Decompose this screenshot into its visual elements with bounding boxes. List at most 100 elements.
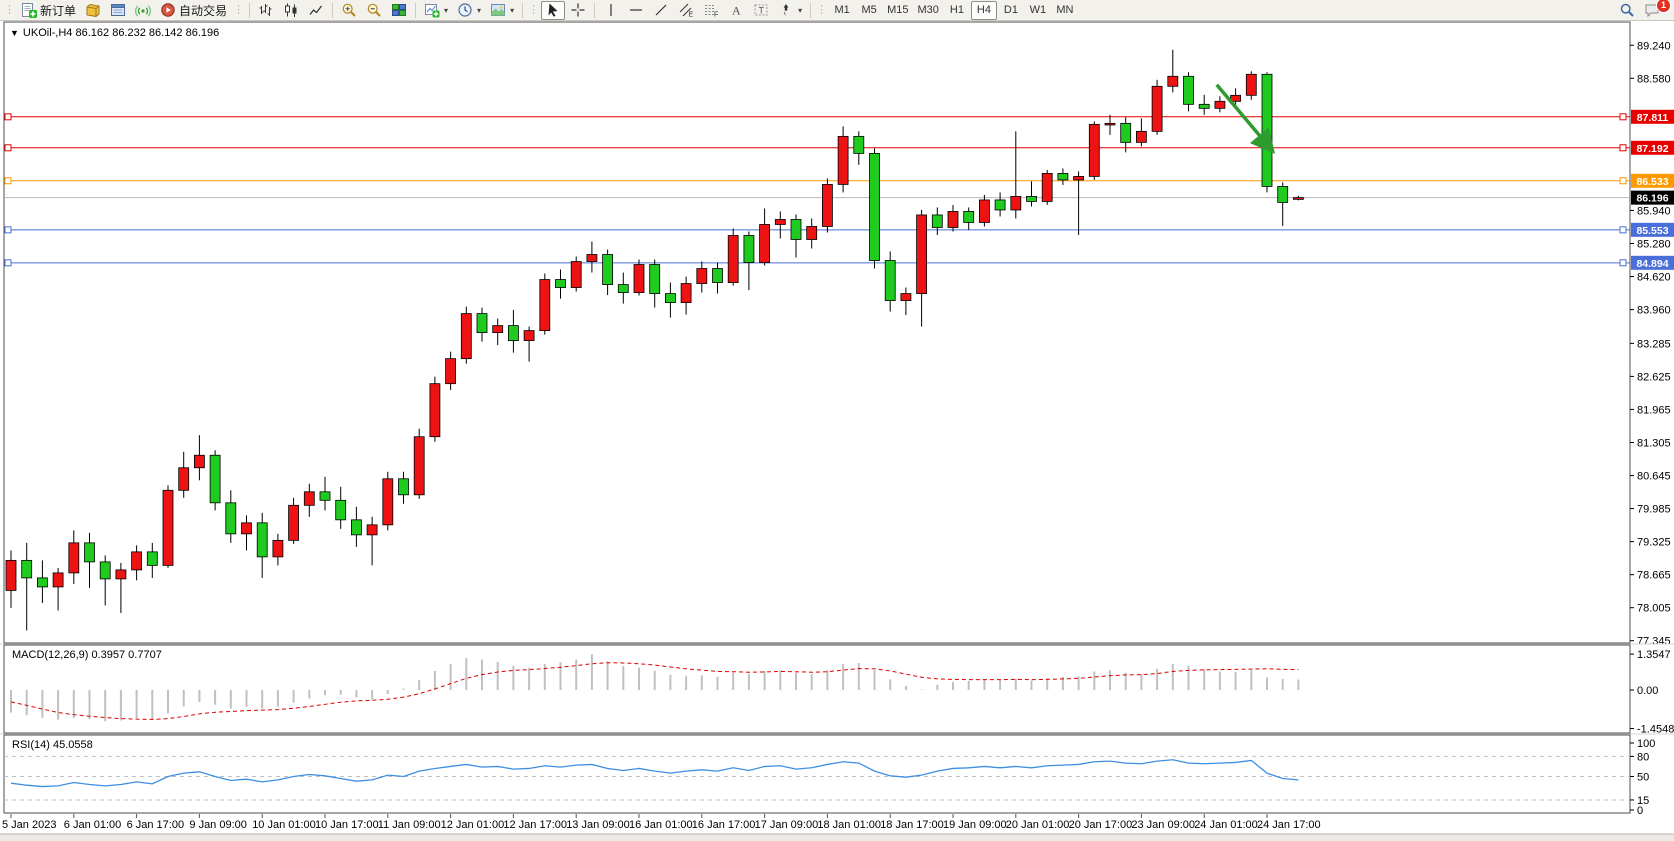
svg-text:E: E	[689, 12, 694, 19]
timeframe-h1-button[interactable]: H1	[944, 1, 970, 20]
crosshair-button[interactable]	[566, 1, 590, 20]
time-axis-label: 20 Jan 17:00	[1069, 819, 1133, 831]
chart-profiles-button[interactable]	[81, 1, 105, 20]
price-axis-label: 77.345	[1637, 636, 1671, 648]
auto-trading-button[interactable]: 自动交易	[156, 1, 231, 20]
price-line-label: 84.894	[1636, 258, 1668, 270]
candle-body	[603, 255, 613, 285]
crosshair-icon	[570, 2, 586, 18]
signals-button[interactable]	[131, 1, 155, 20]
text-label-button[interactable]: T	[749, 1, 773, 20]
vertical-line-button[interactable]	[599, 1, 623, 20]
candle-body	[508, 326, 518, 341]
chart-canvas[interactable]: 89.24088.58085.94085.28084.62083.96083.2…	[0, 0, 1674, 841]
timeframe-h4-button[interactable]: H4	[971, 1, 997, 20]
candle-body	[807, 226, 817, 239]
toolbar-separator	[332, 3, 333, 18]
timeframe-m15-button[interactable]: M15	[883, 1, 912, 20]
search-icon	[1619, 2, 1635, 18]
timeframe-w1-button[interactable]: W1	[1025, 1, 1051, 20]
price-axis-label: 84.620	[1637, 272, 1671, 284]
timeframe-m30-button[interactable]: M30	[914, 1, 943, 20]
bar-chart-button[interactable]	[254, 1, 278, 20]
candle-body	[995, 200, 1005, 210]
cursor-button[interactable]	[541, 1, 565, 20]
hline-right-handle	[1620, 145, 1626, 151]
price-axis-label: 85.280	[1637, 238, 1671, 250]
search-button[interactable]	[1615, 1, 1639, 20]
candle-body	[179, 468, 189, 491]
new-order-label: 新订单	[40, 2, 76, 19]
candle-body	[242, 523, 252, 534]
candle-body	[399, 479, 409, 495]
candle-body	[493, 326, 503, 333]
zoom-out-button[interactable]	[362, 1, 386, 20]
rsi-axis-label: 80	[1637, 751, 1649, 763]
price-line-label: 87.811	[1637, 112, 1669, 124]
chat-button[interactable]: 1	[1640, 1, 1665, 20]
templates-button[interactable]: ▾	[486, 1, 518, 20]
candle-body	[383, 479, 393, 525]
hline-right-handle	[1620, 227, 1626, 233]
price-axis-label: 89.240	[1637, 40, 1671, 52]
price-axis-label: 83.960	[1637, 305, 1671, 317]
candle-body	[1027, 196, 1037, 201]
candle-body	[760, 224, 770, 262]
candle-body	[870, 153, 880, 260]
candle-body	[69, 543, 79, 573]
new-chart-button[interactable]: ▾	[420, 1, 452, 20]
timeframe-m1-button[interactable]: M1	[829, 1, 855, 20]
price-axis-label: 81.305	[1637, 437, 1671, 449]
candle-body	[226, 503, 236, 534]
time-axis-label: 16 Jan 01:00	[629, 819, 693, 831]
trendline-button[interactable]	[649, 1, 673, 20]
clock-icon	[457, 2, 473, 18]
terminal-icon	[110, 2, 126, 18]
time-axis-label: 13 Jan 09:00	[566, 819, 630, 831]
main-price-pane	[4, 22, 1630, 643]
candle-body	[650, 265, 660, 294]
text-button[interactable]: A	[724, 1, 748, 20]
chart-title[interactable]: ▼UKOil-,H4 86.162 86.232 86.142 86.196	[10, 27, 219, 39]
equidistant-channel-button[interactable]: E	[674, 1, 698, 20]
timeframe-mn-button[interactable]: MN	[1052, 1, 1078, 20]
zoom-in-icon	[341, 2, 357, 18]
candle-body	[1121, 123, 1131, 142]
symbol-dropdown-icon[interactable]: ▼	[10, 28, 19, 38]
tile-windows-button[interactable]	[387, 1, 411, 20]
time-axis-label: 18 Jan 17:00	[880, 819, 944, 831]
new-order-button[interactable]: 新订单	[17, 1, 80, 20]
svg-text:T: T	[759, 6, 765, 16]
periods-button[interactable]: ▾	[453, 1, 485, 20]
terminal-button[interactable]	[106, 1, 130, 20]
timeframe-m5-button[interactable]: M5	[856, 1, 882, 20]
candle-body	[964, 211, 974, 222]
candle-body	[665, 294, 675, 303]
candle-body	[116, 570, 126, 579]
candle-body	[822, 184, 832, 226]
timeframe-d1-button[interactable]: D1	[998, 1, 1024, 20]
line-chart-button[interactable]	[304, 1, 328, 20]
candle-body	[948, 211, 958, 227]
horizontal-line-button[interactable]	[624, 1, 648, 20]
candle-body	[775, 219, 785, 224]
svg-text:F: F	[714, 12, 718, 19]
candle-body	[587, 255, 597, 262]
candle-body	[367, 525, 377, 535]
candlestick-chart-button[interactable]	[279, 1, 303, 20]
candle-body	[1011, 196, 1021, 210]
fibonacci-button[interactable]: F	[699, 1, 723, 20]
candle-body	[1168, 76, 1178, 86]
candle-body	[791, 219, 801, 239]
candle-body	[1293, 198, 1303, 200]
arrows-button[interactable]: ▾	[774, 1, 806, 20]
time-axis-label: 9 Jan 09:00	[189, 819, 247, 831]
candle-body	[100, 562, 110, 579]
toolbar-separator	[522, 3, 523, 18]
zoom-in-button[interactable]	[337, 1, 361, 20]
candle-body	[6, 560, 16, 590]
svg-text:A: A	[732, 4, 741, 18]
trendline-icon	[653, 2, 669, 18]
price-axis-label: 82.625	[1637, 371, 1671, 383]
candle-body	[979, 200, 989, 223]
